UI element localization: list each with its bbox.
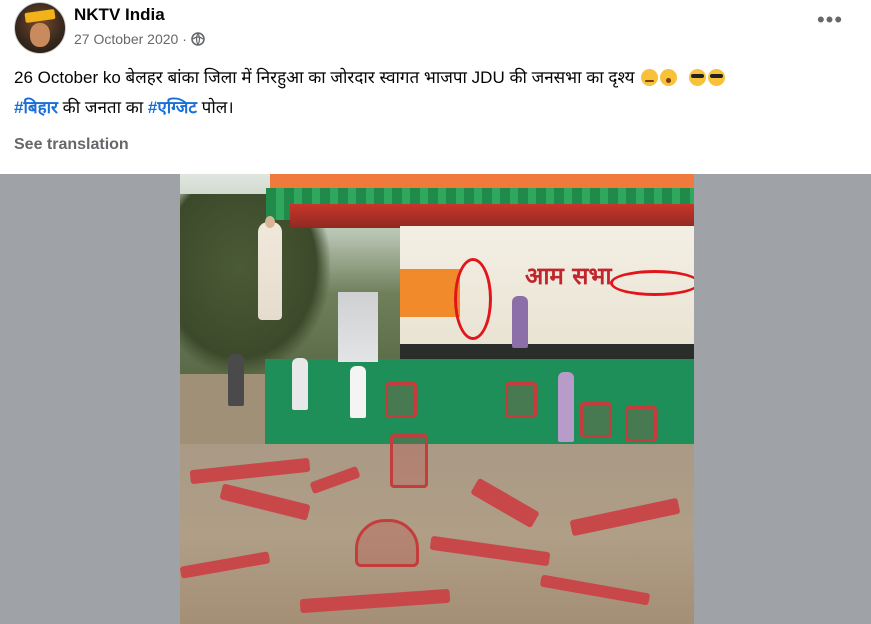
- annotation-circle-face: [454, 258, 492, 340]
- photo-podium: [338, 292, 378, 362]
- photo-chair: [505, 382, 537, 418]
- post-date-link[interactable]: 27 October 2020: [74, 31, 178, 47]
- photo-chair: [385, 382, 417, 418]
- photo-person: [292, 358, 308, 410]
- post-meta: 27 October 2020 ·: [74, 31, 205, 47]
- sunglasses-face-emoji: [688, 69, 706, 86]
- more-options-icon[interactable]: •••: [812, 9, 848, 40]
- caption-line1: 26 October ko बेलहर बांका जिला में निरहु…: [14, 68, 635, 87]
- caption-line2-end: पोल।: [196, 98, 234, 117]
- caption-line2-mid: की जनता का: [57, 98, 148, 117]
- facebook-post: NKTV India 27 October 2020 · ••• 26 Octo…: [0, 0, 871, 624]
- page-avatar[interactable]: [14, 2, 66, 54]
- photo-chair: [625, 406, 657, 442]
- photo-cutout-figure: [258, 216, 282, 320]
- annotation-circle-name: [610, 270, 694, 296]
- photo-chair: [580, 402, 612, 438]
- avatar-face: [30, 23, 50, 47]
- globe-icon[interactable]: [191, 32, 205, 46]
- photo-canopy-red: [290, 204, 694, 228]
- avatar-logo-band: [24, 8, 56, 24]
- sunglasses-face-emoji: [707, 69, 725, 86]
- photo-chair: [355, 519, 419, 567]
- photo-chair: [390, 434, 428, 488]
- meta-separator: ·: [182, 31, 187, 47]
- photo-person: [558, 372, 574, 442]
- post-header: NKTV India 27 October 2020 · •••: [14, 2, 854, 54]
- page-name-link[interactable]: NKTV India: [74, 5, 165, 25]
- photo-person: [350, 366, 366, 418]
- post-caption: 26 October ko बेलहर बांका जिला में निरहु…: [14, 63, 859, 123]
- hashtag-bihar-link[interactable]: #बिहार: [14, 98, 58, 117]
- post-media-area[interactable]: आम सभा: [0, 174, 871, 624]
- photo-banner-orange: [400, 269, 460, 317]
- astonished-face-emoji: [660, 69, 678, 86]
- photo-banner-text: आम सभा: [525, 261, 612, 290]
- post-photo[interactable]: आम सभा: [180, 174, 694, 624]
- wink-face-emoji: [641, 69, 659, 86]
- see-translation-button[interactable]: See translation: [14, 136, 129, 154]
- hashtag-exit-link[interactable]: #एग्जिट: [148, 98, 197, 117]
- photo-person: [228, 354, 244, 406]
- photo-person: [512, 296, 528, 348]
